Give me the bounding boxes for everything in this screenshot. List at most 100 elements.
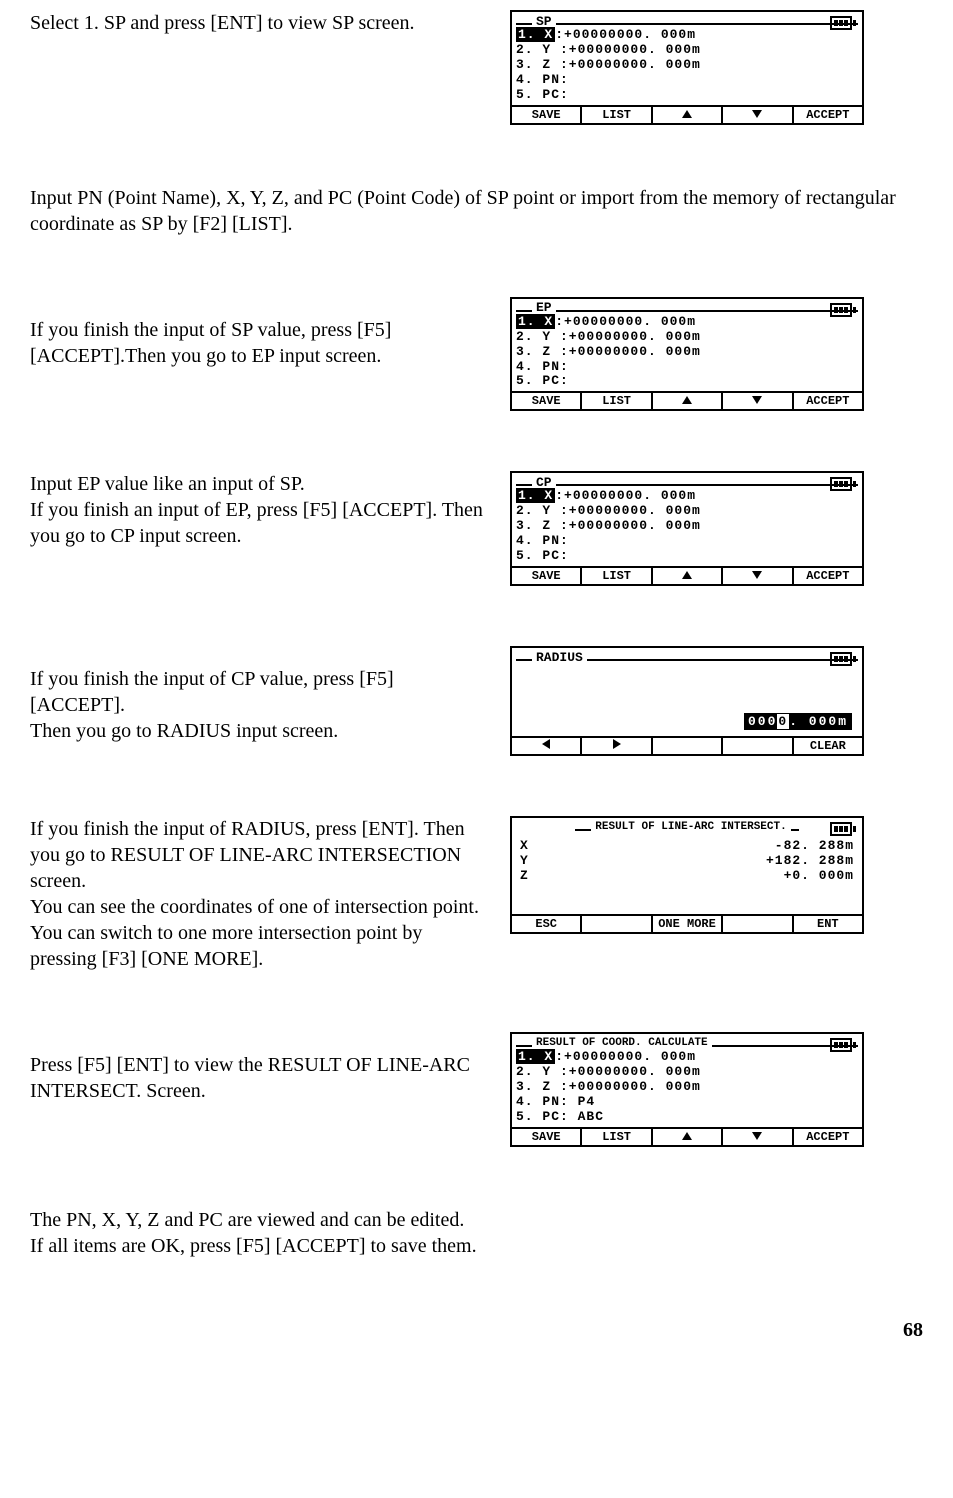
- softkey-accept[interactable]: ACCEPT: [794, 1129, 862, 1145]
- lcd-row: 4. PN:: [516, 534, 858, 549]
- step-6-text: If you finish the input of RADIUS, press…: [30, 816, 490, 972]
- lcd-title-row: CP: [516, 475, 858, 489]
- softkey-list[interactable]: LIST: [582, 568, 652, 584]
- softkey-accept[interactable]: ACCEPT: [794, 393, 862, 409]
- softkey-up[interactable]: [653, 107, 723, 123]
- softkey-down[interactable]: [723, 568, 793, 584]
- result-body: X-82. 288mY+182. 288mZ+0. 000m: [516, 834, 858, 912]
- down-arrow-icon: [752, 396, 762, 404]
- softkey-save[interactable]: SAVE: [512, 107, 582, 123]
- up-arrow-icon: [682, 1132, 692, 1140]
- softkey-down[interactable]: [723, 393, 793, 409]
- lcd-row: 3. Z :+00000000. 000m: [516, 519, 858, 534]
- softkey-blank: [723, 738, 793, 754]
- lcd-title-row: SP: [516, 14, 858, 28]
- softkey-save[interactable]: SAVE: [512, 393, 582, 409]
- radius-body: 0000. 000m: [516, 664, 858, 734]
- lcd-row: 4. PN:: [516, 73, 858, 88]
- softkey-accept[interactable]: ACCEPT: [794, 568, 862, 584]
- lcd-rows: 1. X:+00000000. 000m2. Y :+00000000. 000…: [516, 315, 858, 390]
- softkey-down[interactable]: [723, 1129, 793, 1145]
- lcd-row: 1. X:+00000000. 000m: [516, 28, 858, 43]
- right-arrow-icon: [613, 739, 621, 749]
- softkey-one more[interactable]: ONE MORE: [653, 916, 723, 932]
- softkey-list[interactable]: LIST: [582, 107, 652, 123]
- softkey-clear[interactable]: CLEAR: [794, 738, 862, 754]
- page-number: 68: [30, 1319, 923, 1342]
- lcd-title-row: RESULT OF LINE-ARC INTERSECT.: [516, 820, 858, 834]
- softkeys: SAVELIST ACCEPT: [512, 391, 862, 409]
- lcd-row: 1. X:+00000000. 000m: [516, 489, 858, 504]
- down-arrow-icon: [752, 110, 762, 118]
- softkey-blank: [582, 916, 652, 932]
- down-arrow-icon: [752, 571, 762, 579]
- lcd-row: 5. PC: ABC: [516, 1110, 858, 1125]
- softkey-list[interactable]: LIST: [582, 393, 652, 409]
- step-1-text: Select 1. SP and press [ENT] to view SP …: [30, 10, 490, 36]
- result-row: Y+182. 288m: [520, 853, 854, 868]
- softkey-up[interactable]: [653, 1129, 723, 1145]
- lcd-row: 2. Y :+00000000. 000m: [516, 43, 858, 58]
- step-7: Press [F5] [ENT] to view the RESULT OF L…: [30, 1032, 923, 1147]
- step-3-text: If you finish the input of SP value, pre…: [30, 297, 490, 369]
- softkey-list[interactable]: LIST: [582, 1129, 652, 1145]
- softkey-save[interactable]: SAVE: [512, 568, 582, 584]
- lcd-result-calc: RESULT OF COORD. CALCULATE 1. X:+0000000…: [510, 1032, 864, 1147]
- lcd-row: 4. PN:: [516, 360, 858, 375]
- lcd-title: EP: [532, 300, 556, 315]
- lcd-row: 5. PC:: [516, 374, 858, 389]
- lcd-row: 5. PC:: [516, 549, 858, 564]
- lcd-title: CP: [532, 475, 556, 490]
- lcd-row: 3. Z :+00000000. 000m: [516, 1080, 858, 1095]
- up-arrow-icon: [682, 571, 692, 579]
- lcd-row: 5. PC:: [516, 88, 858, 103]
- lcd-rows: 1. X:+00000000. 000m2. Y :+00000000. 000…: [516, 28, 858, 103]
- softkey-up[interactable]: [653, 393, 723, 409]
- step-5-text: If you finish the input of CP value, pre…: [30, 646, 490, 744]
- lcd-row: 2. Y :+00000000. 000m: [516, 504, 858, 519]
- step-2-text: Input PN (Point Name), X, Y, Z, and PC (…: [30, 185, 923, 237]
- softkey-accept[interactable]: ACCEPT: [794, 107, 862, 123]
- lcd-result-intersect: RESULT OF LINE-ARC INTERSECT. X-82. 288m…: [510, 816, 864, 934]
- result-row: X-82. 288m: [520, 838, 854, 853]
- softkey-blank: [723, 916, 793, 932]
- softkey-ent[interactable]: ENT: [794, 916, 862, 932]
- step-4-text: Input EP value like an input of SP.If yo…: [30, 471, 490, 549]
- lcd-title-row: EP: [516, 301, 858, 315]
- lcd-row: 4. PN: P4: [516, 1095, 858, 1110]
- lcd-title-row: RESULT OF COORD. CALCULATE: [516, 1036, 858, 1050]
- battery-icon: [830, 822, 856, 836]
- softkey-blank: [653, 738, 723, 754]
- softkeys: ESC ONE MORE ENT: [512, 914, 862, 932]
- softkey-esc[interactable]: ESC: [512, 916, 582, 932]
- lcd-cp: CP 1. X:+00000000. 000m2. Y :+00000000. …: [510, 471, 864, 586]
- lcd-row: 3. Z :+00000000. 000m: [516, 58, 858, 73]
- softkey-right[interactable]: [582, 738, 652, 754]
- lcd-title: RESULT OF COORD. CALCULATE: [532, 1037, 712, 1049]
- lcd-sp: SP 1. X:+00000000. 000m2. Y :+00000000. …: [510, 10, 864, 125]
- lcd-title: RADIUS: [532, 650, 587, 665]
- step-4: Input EP value like an input of SP.If yo…: [30, 471, 923, 586]
- step-1: Select 1. SP and press [ENT] to view SP …: [30, 10, 923, 125]
- step-3: If you finish the input of SP value, pre…: [30, 297, 923, 412]
- result-row: Z+0. 000m: [520, 868, 854, 883]
- softkeys: SAVELIST ACCEPT: [512, 1127, 862, 1145]
- step-7-text: Press [F5] [ENT] to view the RESULT OF L…: [30, 1032, 490, 1104]
- battery-icon: [830, 303, 856, 317]
- lcd-ep: EP 1. X:+00000000. 000m2. Y :+00000000. …: [510, 297, 864, 412]
- softkey-left[interactable]: [512, 738, 582, 754]
- lcd-row: 2. Y :+00000000. 000m: [516, 1065, 858, 1080]
- lcd-rows: 1. X:+00000000. 000m2. Y :+00000000. 000…: [516, 1050, 858, 1125]
- softkeys: SAVELIST ACCEPT: [512, 105, 862, 123]
- lcd-title-row: RADIUS: [516, 650, 858, 664]
- lcd-title: SP: [532, 14, 556, 29]
- lcd-row: 2. Y :+00000000. 000m: [516, 330, 858, 345]
- lcd-row: 3. Z :+00000000. 000m: [516, 345, 858, 360]
- softkey-save[interactable]: SAVE: [512, 1129, 582, 1145]
- step-5: If you finish the input of CP value, pre…: [30, 646, 923, 756]
- lcd-row: 1. X:+00000000. 000m: [516, 1050, 858, 1065]
- battery-icon: [830, 477, 856, 491]
- softkey-down[interactable]: [723, 107, 793, 123]
- softkey-up[interactable]: [653, 568, 723, 584]
- battery-icon: [830, 1038, 856, 1052]
